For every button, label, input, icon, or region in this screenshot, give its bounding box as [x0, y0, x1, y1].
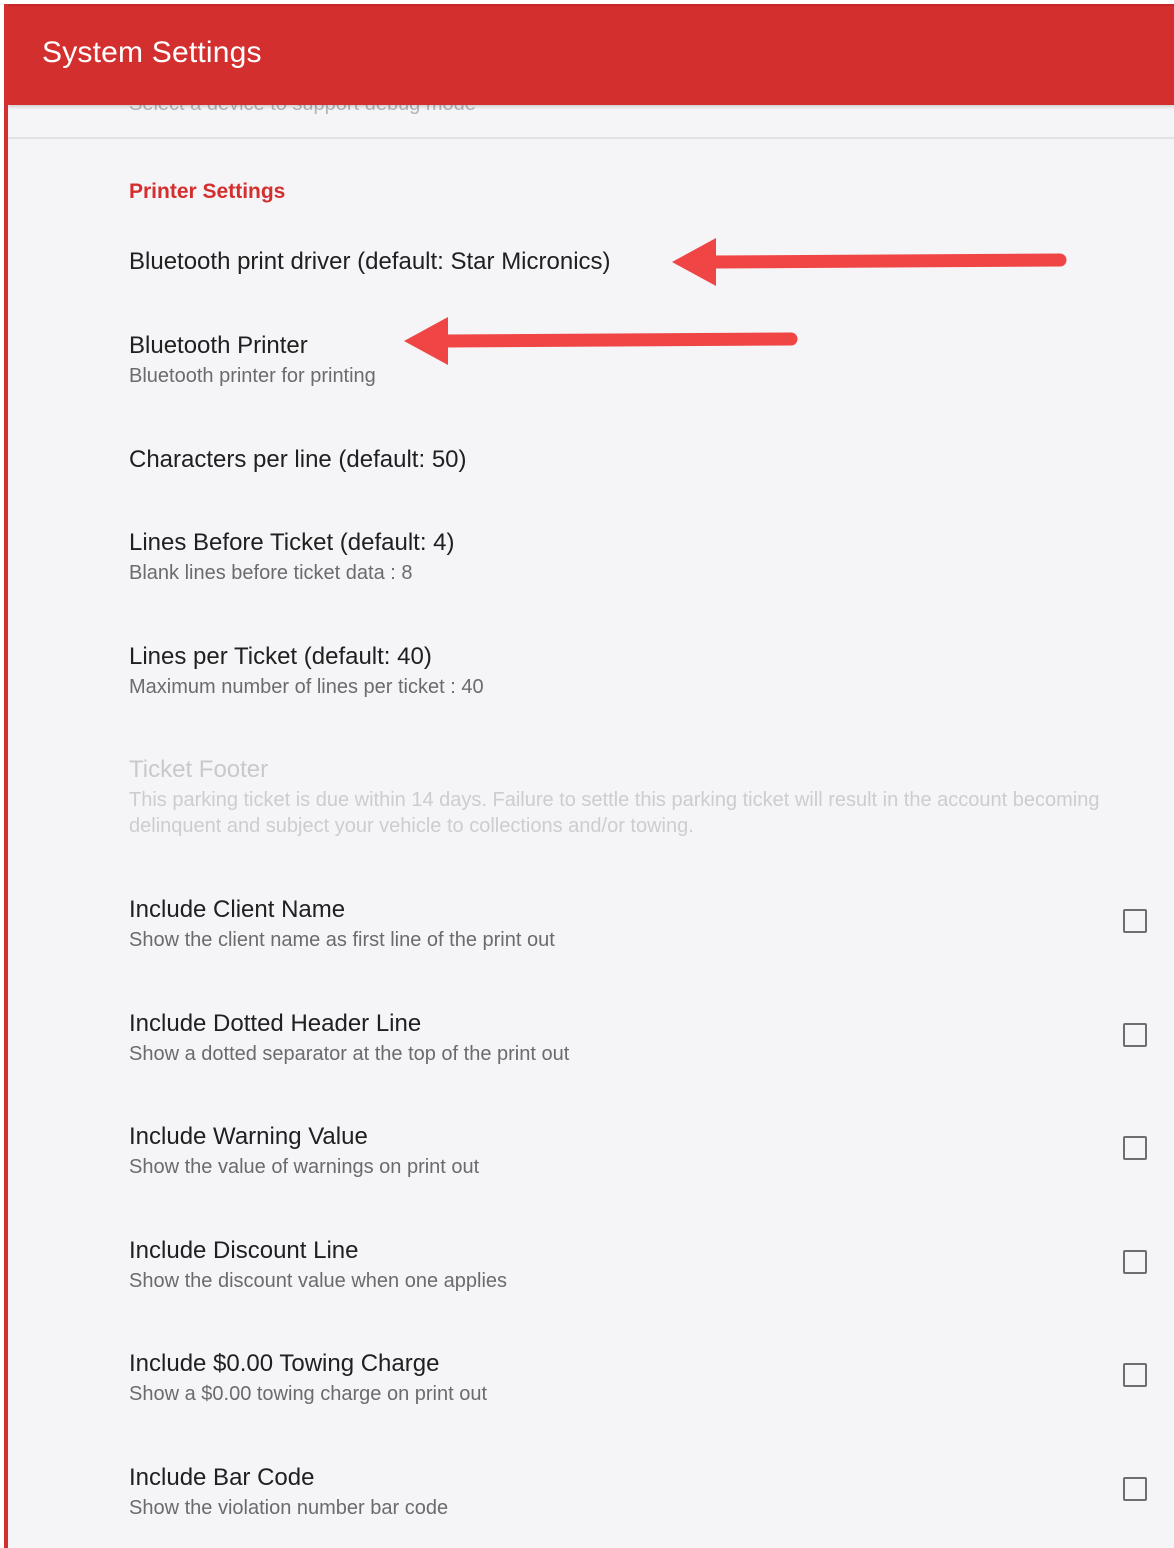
include-towing-charge-checkbox[interactable]	[1123, 1363, 1147, 1387]
pref-title: Lines per Ticket (default: 40)	[129, 643, 432, 670]
pref-title: Include Dotted Header Line	[129, 1010, 422, 1037]
pref-summary: Show the client name as first line of th…	[129, 929, 555, 951]
section-header-printer-settings: Printer Settings	[129, 180, 286, 203]
pref-summary: Bluetooth printer for printing	[129, 365, 376, 387]
pref-title: Characters per line (default: 50)	[129, 446, 467, 473]
pref-title: Include Bar Code	[129, 1464, 315, 1491]
pref-lines-before-ticket[interactable]: Lines Before Ticket (default: 4) Blank l…	[129, 528, 1109, 586]
page-title: System Settings	[42, 36, 262, 69]
pref-characters-per-line[interactable]: Characters per line (default: 50)	[129, 445, 1109, 475]
include-warning-value-checkbox[interactable]	[1123, 1136, 1147, 1160]
pref-title: Include Discount Line	[129, 1237, 359, 1264]
pref-title: Ticket Footer	[129, 756, 269, 783]
app-bar: System Settings	[8, 4, 1174, 105]
settings-screen: System Settings Select a device to suppo…	[4, 4, 1174, 1548]
include-client-name-checkbox[interactable]	[1123, 909, 1147, 933]
pref-summary: Show a $0.00 towing charge on print out	[129, 1383, 488, 1405]
pref-include-warning-value[interactable]: Include Warning Value Show the value of …	[129, 1122, 1109, 1180]
pref-lines-per-ticket[interactable]: Lines per Ticket (default: 40) Maximum n…	[129, 642, 1109, 700]
pref-include-towing-charge[interactable]: Include $0.00 Towing Charge Show a $0.00…	[129, 1349, 1109, 1407]
pref-summary: Maximum number of lines per ticket : 40	[129, 676, 484, 698]
pref-ticket-footer: Ticket Footer This parking ticket is due…	[129, 755, 1109, 839]
pref-title: Bluetooth print driver (default: Star Mi…	[129, 248, 611, 275]
pref-include-client-name[interactable]: Include Client Name Show the client name…	[129, 895, 1109, 953]
include-bar-code-checkbox[interactable]	[1123, 1477, 1147, 1501]
pref-summary: Show the violation number bar code	[129, 1497, 449, 1519]
pref-summary: Show the value of warnings on print out	[129, 1156, 480, 1178]
include-discount-line-checkbox[interactable]	[1123, 1250, 1147, 1274]
pref-include-discount-line[interactable]: Include Discount Line Show the discount …	[129, 1236, 1109, 1294]
pref-summary: Show the discount value when one applies	[129, 1270, 508, 1292]
pref-summary: Show a dotted separator at the top of th…	[129, 1043, 570, 1065]
pref-include-bar-code[interactable]: Include Bar Code Show the violation numb…	[129, 1463, 1109, 1521]
pref-title: Include Client Name	[129, 896, 346, 923]
include-dotted-header-checkbox[interactable]	[1123, 1023, 1147, 1047]
pref-summary: This parking ticket is due within 14 day…	[129, 789, 1100, 837]
pref-title: Lines Before Ticket (default: 4)	[129, 529, 455, 556]
pref-title: Include $0.00 Towing Charge	[129, 1350, 440, 1377]
pref-bluetooth-print-driver[interactable]: Bluetooth print driver (default: Star Mi…	[129, 247, 1109, 277]
pref-title: Bluetooth Printer	[129, 332, 308, 359]
pref-summary: Blank lines before ticket data : 8	[129, 562, 413, 584]
scrolled-pref-row[interactable]: Select a device to support debug mode	[8, 93, 1174, 139]
pref-title: Include Warning Value	[129, 1123, 368, 1150]
pref-bluetooth-printer[interactable]: Bluetooth Printer Bluetooth printer for …	[129, 331, 1109, 389]
pref-include-dotted-header-line[interactable]: Include Dotted Header Line Show a dotted…	[129, 1009, 1109, 1067]
